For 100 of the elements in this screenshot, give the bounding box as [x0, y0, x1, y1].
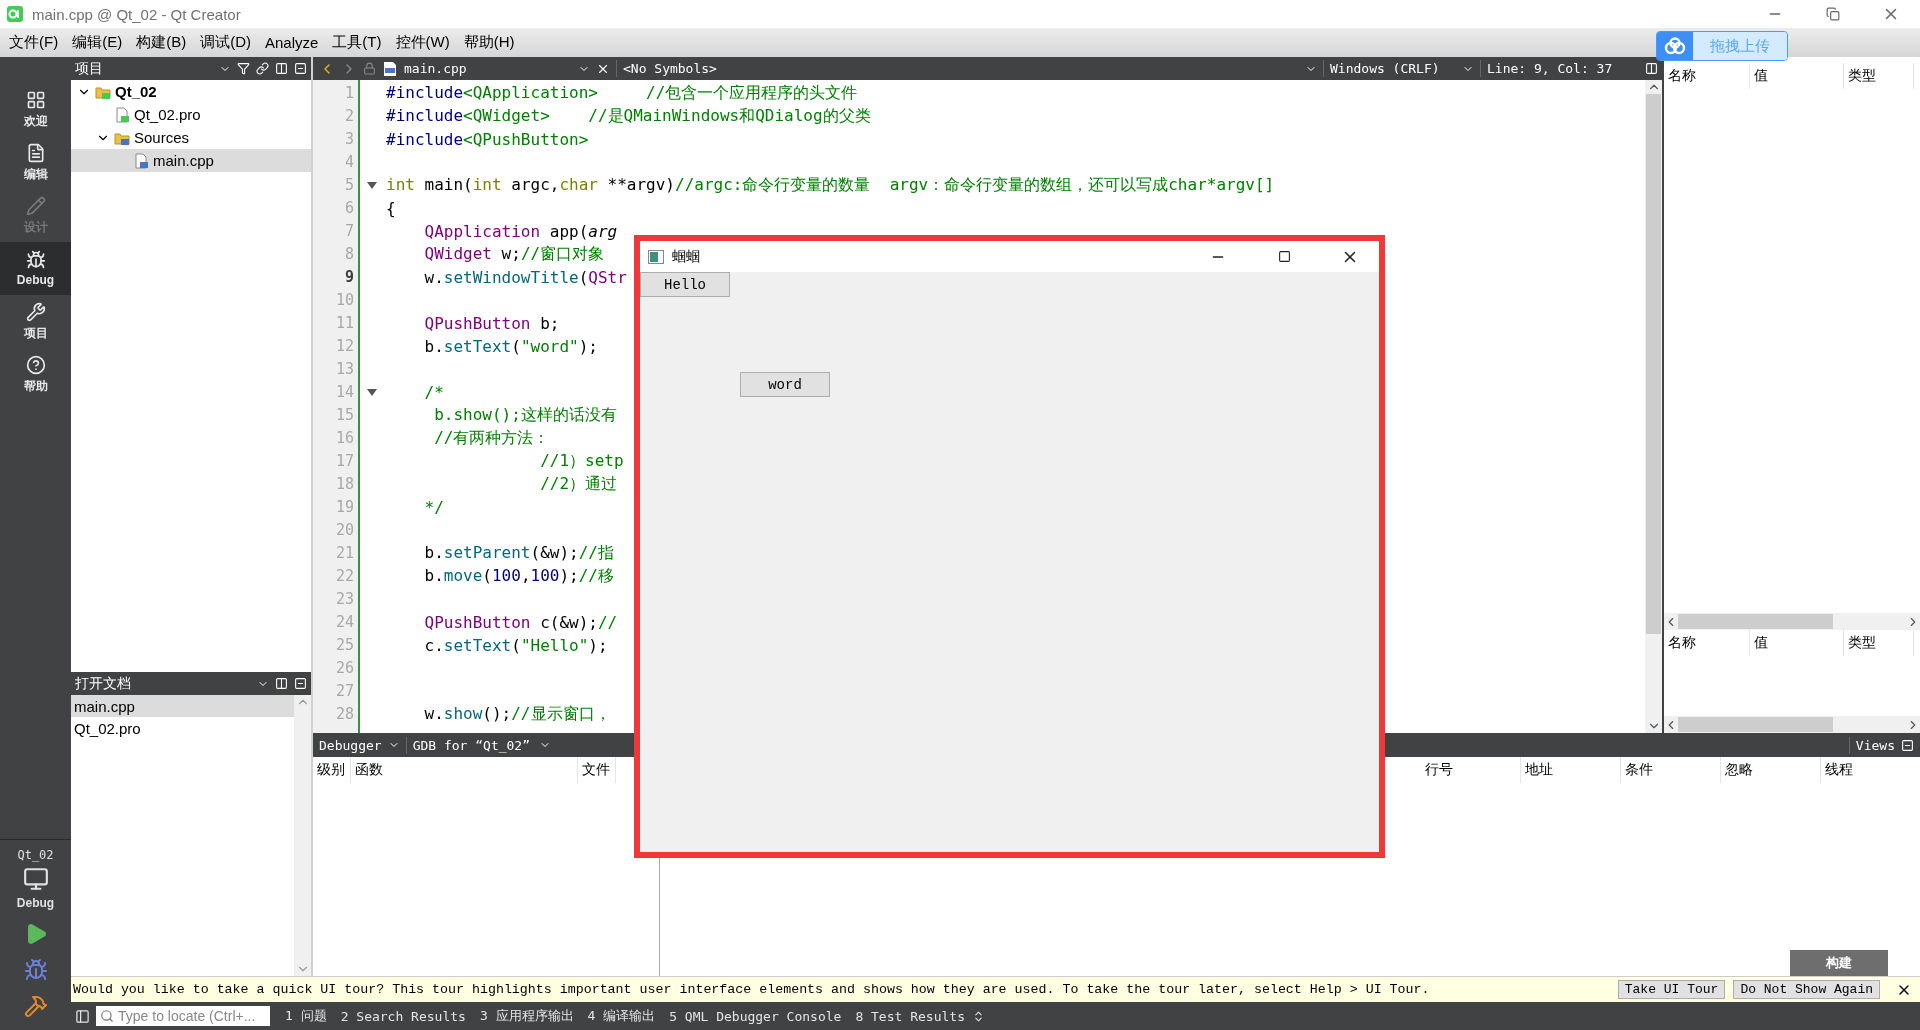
panel-title: 打开文档 [75, 674, 132, 693]
lock-icon[interactable] [363, 62, 376, 75]
column-header[interactable]: 忽略 [1721, 757, 1821, 783]
line-number: 14 [334, 382, 355, 403]
tour-button[interactable]: Take UI Tour [1617, 980, 1726, 1000]
output-tab[interactable]: 2 Search Results [333, 1008, 473, 1024]
line-number: 8 [343, 244, 355, 265]
fold-arrow-icon[interactable] [367, 181, 377, 190]
split-icon[interactable] [275, 677, 288, 690]
output-tab[interactable]: 4 编译输出 [580, 1007, 663, 1025]
mode-button[interactable]: 项目 [0, 295, 71, 348]
line-number: 12 [334, 336, 355, 357]
symbol-selector[interactable]: <No Symbols> [623, 61, 717, 76]
debugger-selector[interactable]: Debugger [319, 737, 382, 753]
push-button[interactable]: word [740, 372, 830, 397]
menu-item[interactable]: 控件(W) [388, 33, 457, 52]
split-icon[interactable] [1645, 62, 1658, 75]
mode-button[interactable]: 帮助 [0, 348, 71, 401]
menu-item[interactable]: 编辑(E) [65, 33, 130, 52]
cursor-position[interactable]: Line: 9, Col: 37 [1487, 61, 1639, 76]
upload-label: 拖拽上传 [1693, 32, 1787, 60]
tree-item[interactable]: main.cpp [71, 149, 311, 172]
document-item[interactable]: main.cpp [71, 695, 294, 717]
bug-icon[interactable] [25, 250, 46, 270]
menu-item[interactable]: 调试(D) [193, 33, 258, 52]
split-icon[interactable] [275, 62, 288, 75]
hammer-icon[interactable] [23, 994, 48, 1018]
mode-button[interactable]: 编辑 [0, 136, 71, 189]
menu-item[interactable]: 文件(F) [2, 33, 66, 52]
menu-item[interactable]: 帮助(H) [456, 33, 522, 52]
mode-button[interactable]: 欢迎 [0, 83, 71, 136]
scrollbar[interactable] [1645, 80, 1662, 733]
line-number: 9 [343, 267, 355, 288]
output-tab[interactable]: 5 QML Debugger Console [662, 1008, 849, 1024]
code-line: QPushButton b; [423, 314, 560, 333]
column-header[interactable]: 函数 [351, 757, 578, 783]
locate-field[interactable]: Type to locate (Ctrl+... [96, 1006, 270, 1026]
column-header[interactable]: 行号 [1421, 757, 1521, 783]
help-icon[interactable] [25, 354, 46, 375]
column-header[interactable]: 类型 [1844, 63, 1914, 89]
debug-run-icon[interactable] [23, 958, 48, 982]
menu-item[interactable]: 构建(B) [129, 33, 194, 52]
close-panel-icon[interactable] [294, 677, 307, 690]
tour-message: Would you like to take a quick UI tour? This tour highlights important user interface elements and shows how they are used. To take the tour later, select Help > UI Tour. [73, 982, 1431, 998]
mode-label: 项目 [23, 324, 48, 342]
line-number: 23 [334, 589, 355, 610]
column-header[interactable]: 名称 [1664, 63, 1750, 89]
engine-selector[interactable]: GDB for “Qt_02” [412, 737, 533, 753]
file-selector[interactable]: main.cpp [404, 61, 572, 76]
code-line: c.setText("Hello"); [423, 636, 608, 655]
line-number: 26 [334, 658, 355, 679]
output-tab[interactable]: 8 Test Results [848, 1008, 972, 1024]
document-item[interactable]: Qt_02.pro [71, 717, 294, 739]
views-menu[interactable]: Views [1855, 737, 1895, 753]
line-number: 25 [334, 635, 355, 656]
panel-title: 项目 [75, 59, 104, 78]
line-number: 13 [334, 359, 355, 380]
code-line: w.setWindowTitle(QStr [423, 268, 627, 287]
app-logo-icon [6, 5, 24, 23]
cloud-icon [1664, 37, 1686, 55]
column-header[interactable]: 值 [1750, 63, 1844, 89]
grid-icon[interactable] [25, 89, 46, 110]
wrench-icon[interactable] [25, 301, 46, 322]
menu-item[interactable]: 工具(T) [325, 33, 389, 52]
line-number: 21 [334, 543, 355, 564]
file-icon [133, 152, 149, 169]
tree-item[interactable]: Sources [71, 126, 311, 149]
monitor-icon[interactable] [22, 866, 49, 892]
tour-button[interactable]: Do Not Show Again [1733, 980, 1880, 1000]
code-line: { [386, 199, 396, 218]
close-panel-icon[interactable] [1901, 738, 1914, 752]
code-line: b.move(100,100);//移 [423, 566, 614, 587]
restore-icon[interactable] [1826, 7, 1840, 21]
column-header[interactable]: 条件 [1621, 757, 1721, 783]
column-header[interactable]: 名称 [1664, 630, 1750, 656]
filter-icon[interactable] [237, 62, 250, 75]
column-header[interactable]: 线程 [1821, 757, 1920, 783]
scrollbar[interactable] [1664, 613, 1920, 630]
cpp-file-icon [382, 60, 398, 77]
link-icon[interactable] [256, 62, 269, 75]
line-number: 16 [334, 428, 355, 449]
line-ending-selector[interactable]: Windows (CRLF) [1330, 61, 1456, 76]
maximize-icon[interactable] [1277, 250, 1291, 263]
scrollbar[interactable] [1664, 716, 1920, 733]
code-line: */ [423, 498, 444, 517]
output-tab[interactable]: 3 应用程序输出 [472, 1007, 581, 1025]
close-panel-icon[interactable] [294, 62, 307, 75]
menu-item[interactable]: Analyze [258, 34, 326, 51]
column-header[interactable]: 文件 [578, 757, 616, 783]
tree-item[interactable]: Qt_02.pro [71, 103, 311, 126]
push-button[interactable]: Hello [640, 272, 730, 297]
column-header[interactable]: 值 [1750, 630, 1844, 656]
column-header[interactable]: 类型 [1844, 630, 1914, 656]
output-tab[interactable]: 1 问题 [278, 1007, 334, 1025]
fold-arrow-icon[interactable] [367, 388, 377, 397]
mode-button[interactable]: Debug [0, 242, 71, 295]
column-header[interactable]: 级别 [313, 757, 351, 783]
column-header[interactable]: 地址 [1521, 757, 1621, 783]
tree-item[interactable]: Qt_02 [71, 80, 311, 103]
sidebar-toggle-icon[interactable] [75, 1008, 90, 1024]
